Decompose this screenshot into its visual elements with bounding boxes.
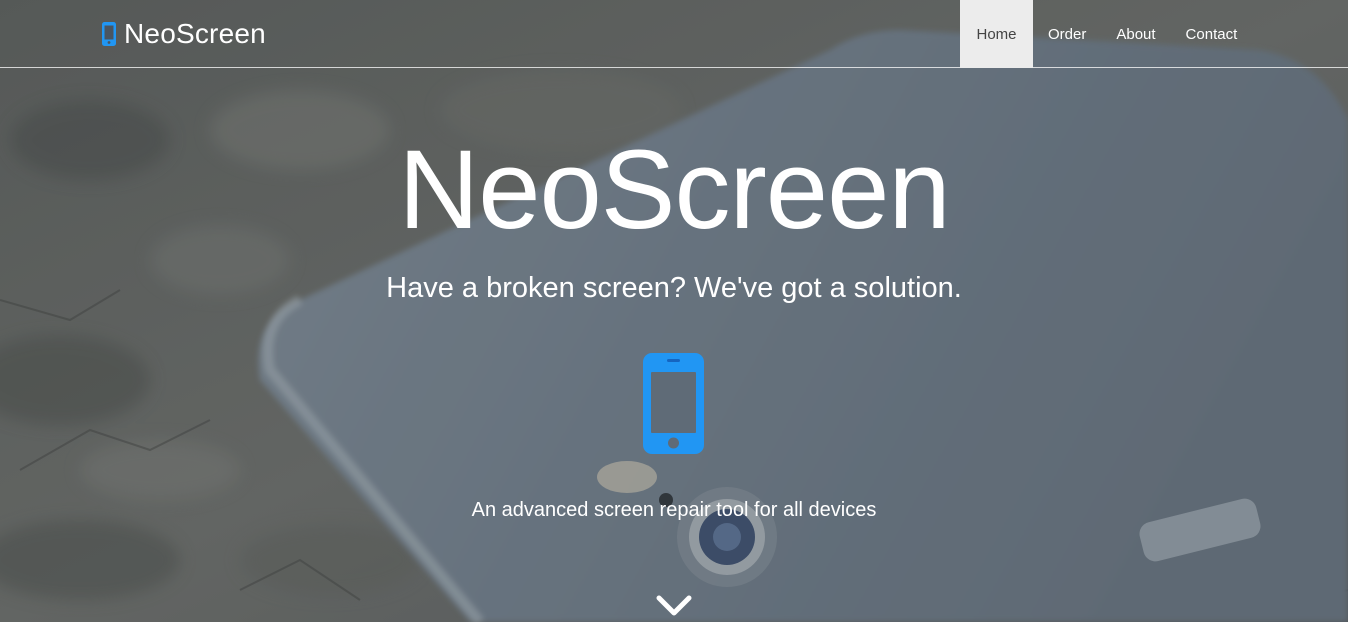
hero-subtitle: Have a broken screen? We've got a soluti… <box>386 272 962 304</box>
hero-tagline: An advanced screen repair tool for all d… <box>471 499 877 521</box>
nav-item-contact[interactable]: Contact <box>1171 0 1253 68</box>
nav-item-home[interactable]: Home <box>960 0 1033 68</box>
mobile-phone-icon <box>643 353 704 454</box>
brand-link[interactable]: Neo Screen <box>102 14 266 54</box>
brand-text-bold: Screen <box>175 18 266 49</box>
hero-title-light: Neo <box>398 127 601 252</box>
page: Neo Screen Home Order About Contact NeoSc… <box>0 0 1348 622</box>
nav-item-order[interactable]: Order <box>1033 0 1101 68</box>
brand-text-light: Neo <box>124 18 176 49</box>
hero-title: NeoScreen <box>0 130 1348 250</box>
nav-menu: Home Order About Contact <box>960 0 1252 68</box>
mobile-phone-icon <box>102 22 116 46</box>
hero-background-image <box>0 0 1348 622</box>
navbar: Neo Screen Home Order About Contact <box>0 0 1348 68</box>
chevron-down-icon[interactable] <box>656 594 692 618</box>
nav-item-about[interactable]: About <box>1101 0 1170 68</box>
hero-title-bold: Screen <box>600 127 951 252</box>
